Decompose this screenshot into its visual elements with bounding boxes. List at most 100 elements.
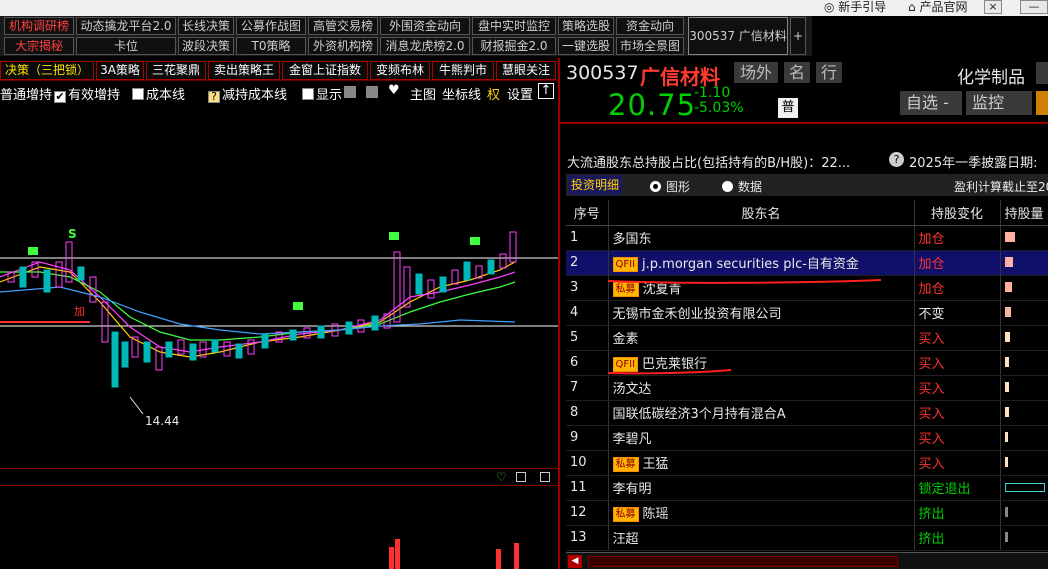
menu-btn[interactable]: 公募作战图	[236, 17, 306, 35]
radio-icon[interactable]	[722, 181, 733, 192]
stock-header: 300537 广信材料 场外 名 行 化学制品 20.75 -1.10 -5.03…	[562, 58, 1048, 122]
scroll-left-icon[interactable]: ◀	[568, 555, 582, 568]
menu-btn[interactable]: 外资机构榜	[308, 37, 378, 55]
candle	[499, 253, 507, 269]
bs-marker: 加	[74, 305, 85, 318]
tab-investment-detail[interactable]: 投资明细	[568, 175, 622, 195]
zoom-in-icon[interactable]	[344, 86, 356, 98]
menu-btn[interactable]: 市场全景图	[616, 37, 684, 55]
table-row[interactable]: 12 私募 陈瑶 挤出	[566, 500, 1048, 526]
opt-show[interactable]: 显示	[302, 84, 342, 103]
scroll-thumb[interactable]	[588, 556, 898, 567]
divider	[560, 122, 1048, 124]
tab-strategy[interactable]: 牛熊判市	[432, 61, 494, 80]
col-header[interactable]: 股东名	[608, 200, 915, 226]
add-tab-button[interactable]: +	[790, 17, 806, 55]
industry-tag[interactable]: 行	[816, 62, 842, 83]
menu-btn[interactable]: 资金动向	[616, 17, 684, 35]
candle	[143, 341, 151, 363]
table-row[interactable]: 11 李有明 锁定退出	[566, 475, 1048, 501]
radio-data[interactable]: 数据	[722, 178, 762, 195]
upload-icon[interactable]: ↑	[538, 83, 554, 99]
site-label: 产品官网	[919, 0, 968, 14]
col-header[interactable]: 持股变化	[914, 200, 1001, 226]
menu-btn[interactable]: 波段决策	[178, 37, 234, 55]
menu-btn[interactable]: 盘中实时监控	[472, 17, 556, 35]
menu-btn[interactable]: 长线决策	[178, 17, 234, 35]
menu-btn[interactable]: 策略选股	[558, 17, 614, 35]
more-button[interactable]	[1036, 62, 1048, 84]
table-row[interactable]: 1 多国东 加仓	[566, 225, 1048, 251]
tab-strategy[interactable]: 金窗上证指数	[282, 61, 368, 80]
active-stock-tab[interactable]: 300537 广信材料	[688, 17, 788, 55]
minimize-icon[interactable]: —	[1020, 0, 1048, 14]
window-icon[interactable]	[516, 472, 526, 482]
holding-change: 买入	[914, 425, 1001, 451]
extra-button[interactable]	[1036, 91, 1048, 115]
heart-icon[interactable]: ♡	[496, 470, 507, 484]
radio-chart[interactable]: 图形	[650, 178, 690, 195]
checkbox-icon[interactable]	[132, 88, 144, 100]
menu-btn[interactable]: 卡位	[76, 37, 176, 55]
close-panel-icon[interactable]	[540, 472, 550, 482]
holding-bar	[1004, 307, 1011, 317]
menu-btn[interactable]: 财报掘金2.0	[472, 37, 556, 55]
tab-strategy[interactable]: 3A策略	[96, 61, 144, 80]
panel-divider[interactable]	[558, 58, 560, 569]
row-number: 11	[566, 475, 609, 501]
table-row[interactable]: 10 私募 王猛 买入	[566, 450, 1048, 476]
table-row[interactable]: 9 李碧凡 买入	[566, 425, 1048, 451]
table-row[interactable]: 7 汤文达 买入	[566, 375, 1048, 401]
heart-icon[interactable]: ♥	[388, 83, 400, 98]
menu-btn[interactable]: 动态擒龙平台2.0	[76, 17, 176, 35]
opt-reduce-cost[interactable]: ? 减持成本线	[208, 84, 287, 103]
close-icon[interactable]: ×	[984, 0, 1002, 14]
horizontal-scrollbar[interactable]: ◀	[566, 552, 1048, 569]
col-header[interactable]: 序号	[566, 200, 609, 226]
col-header[interactable]: 持股量	[1000, 200, 1048, 226]
main-chart-btn[interactable]: 主图	[410, 84, 436, 103]
guide-link[interactable]: ◎ 新手引导	[824, 0, 886, 14]
table-row[interactable]: 5 金素 买入	[566, 325, 1048, 351]
menu-btn[interactable]: 消息龙虎榜2.0	[380, 37, 470, 55]
tab-strategy[interactable]: 慧眼关注	[496, 61, 556, 80]
table-row[interactable]: 2 QFII j.p.morgan securities plc-自有资金 加仓	[566, 250, 1048, 276]
table-row[interactable]: 8 国联低碳经济3个月持有混合A 买入	[566, 400, 1048, 426]
watchlist-button[interactable]: 自选 -	[900, 91, 962, 115]
radio-icon[interactable]	[650, 181, 661, 192]
candle	[43, 269, 51, 293]
menu-btn[interactable]: 高管交易榜	[308, 17, 378, 35]
zoom-out-icon[interactable]	[366, 86, 378, 98]
help-icon[interactable]: ?	[889, 152, 904, 167]
row-number: 13	[566, 525, 609, 551]
opt-normal-increase: 普通增持	[0, 88, 53, 103]
menu-btn[interactable]: 一键选股	[558, 37, 614, 55]
monitor-button[interactable]: 监控	[966, 91, 1032, 115]
menu-btn[interactable]: 机构调研榜	[4, 17, 74, 35]
axis-btn[interactable]: 坐标线	[442, 84, 481, 103]
holder-type-badge: QFII	[612, 257, 639, 272]
checkbox-icon[interactable]	[302, 88, 314, 100]
menu-btn[interactable]: T0策略	[236, 37, 306, 55]
rights-btn[interactable]: 权	[487, 84, 500, 103]
tab-strategy[interactable]: 决策（三把锁）	[0, 61, 94, 80]
table-row[interactable]: 13 汪超 挤出	[566, 525, 1048, 551]
candlestick-chart[interactable]: 14.44 S 加	[0, 102, 558, 468]
tab-strategy[interactable]: 卖出策略王	[208, 61, 280, 80]
opt-cost-line[interactable]: 成本线	[132, 84, 185, 103]
menu-btn[interactable]: 外围资金动向	[380, 17, 470, 35]
holding-bar	[1004, 382, 1009, 392]
volume-chart[interactable]	[0, 487, 558, 569]
name-tag[interactable]: 名	[784, 62, 810, 83]
candle	[487, 259, 495, 275]
tab-strategy[interactable]: 三花聚鼎	[146, 61, 206, 80]
site-link[interactable]: ⌂ 产品官网	[908, 0, 967, 14]
holding-bar	[1004, 532, 1008, 542]
otc-tag[interactable]: 场外	[734, 62, 778, 83]
table-row[interactable]: 4 无锡市金禾创业投资有限公司 不变	[566, 300, 1048, 326]
opt-effective-increase[interactable]: ✔ 有效增持	[54, 84, 120, 103]
tab-strategy[interactable]: 变频布林	[370, 61, 430, 80]
settings-btn[interactable]: 设置	[507, 84, 533, 103]
menu-btn[interactable]: 大宗揭秘	[4, 37, 74, 55]
strategy-tabs: 决策（三把锁） 3A策略 三花聚鼎 卖出策略王 金窗上证指数 变频布林 牛熊判市…	[0, 60, 558, 81]
